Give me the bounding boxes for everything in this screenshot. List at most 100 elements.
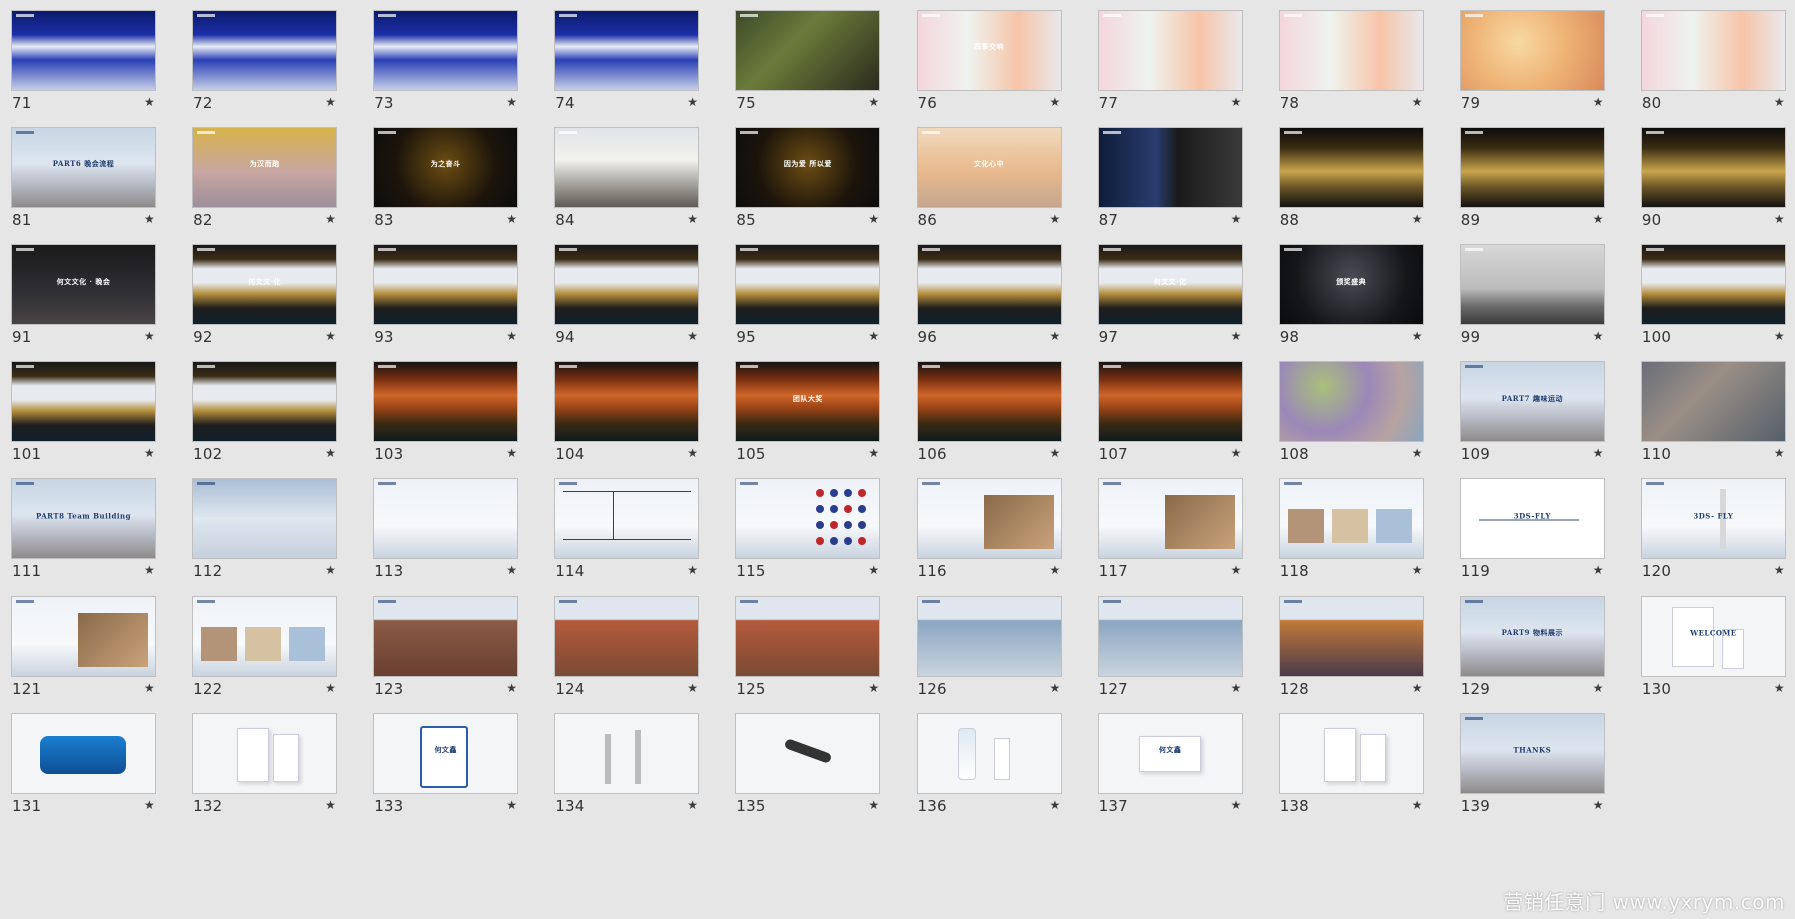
slide-thumbnail-132[interactable]: 132 ★ (181, 703, 361, 833)
slide-thumbnail-82[interactable]: 为汉而跑 82 ★ (181, 117, 361, 247)
star-icon[interactable]: ★ (144, 329, 155, 343)
slide-thumbnail-125[interactable]: 125 ★ (724, 586, 904, 716)
star-icon[interactable]: ★ (1231, 212, 1242, 226)
slide-thumbnail-85[interactable]: 因为爱 所以爱 85 ★ (724, 117, 904, 247)
star-icon[interactable]: ★ (506, 212, 517, 226)
star-icon[interactable]: ★ (1412, 563, 1423, 577)
slide-preview-image[interactable] (373, 361, 519, 443)
slide-preview-image[interactable] (735, 10, 881, 91)
star-icon[interactable]: ★ (144, 446, 155, 460)
star-icon[interactable]: ★ (1774, 681, 1785, 695)
slide-preview-image[interactable] (916, 244, 1062, 326)
slide-thumbnail-124[interactable]: 124 ★ (543, 586, 723, 716)
slide-thumbnail-109[interactable]: PART7 趣味运动 109 ★ (1449, 351, 1629, 481)
slide-preview-image[interactable] (11, 10, 156, 91)
star-icon[interactable]: ★ (1050, 446, 1061, 460)
slide-thumbnail-78[interactable]: 78 ★ (1268, 0, 1448, 130)
star-icon[interactable]: ★ (1774, 563, 1785, 577)
slide-preview-image[interactable] (1097, 10, 1243, 91)
slide-thumbnail-135[interactable]: 135 ★ (724, 703, 904, 833)
slide-preview-image[interactable] (1278, 127, 1424, 209)
slide-preview-image[interactable]: 为汉而跑 (192, 127, 338, 209)
slide-preview-image[interactable]: 何文鑫 (1097, 712, 1243, 794)
star-icon[interactable]: ★ (325, 212, 336, 226)
slide-preview-image[interactable]: 因为爱 所以爱 (735, 127, 881, 209)
star-icon[interactable]: ★ (1412, 798, 1423, 812)
star-icon[interactable]: ★ (1050, 212, 1061, 226)
slide-thumbnail-114[interactable]: 114 ★ (543, 468, 723, 598)
slide-thumbnail-84[interactable]: 84 ★ (543, 117, 723, 247)
slide-preview-image[interactable]: 3DS- FLY (1640, 478, 1786, 560)
star-icon[interactable]: ★ (868, 446, 879, 460)
slide-thumbnail-72[interactable]: 72 ★ (181, 0, 361, 130)
slide-thumbnail-126[interactable]: 126 ★ (906, 586, 1086, 716)
slide-preview-image[interactable] (192, 595, 338, 677)
slide-preview-image[interactable]: 文化心中 (916, 127, 1062, 209)
star-icon[interactable]: ★ (868, 95, 879, 109)
star-icon[interactable]: ★ (1774, 95, 1785, 109)
star-icon[interactable]: ★ (506, 95, 517, 109)
slide-thumbnail-87[interactable]: 87 ★ (1087, 117, 1267, 247)
star-icon[interactable]: ★ (868, 329, 879, 343)
star-icon[interactable]: ★ (1593, 798, 1604, 812)
star-icon[interactable]: ★ (687, 329, 698, 343)
slide-preview-image[interactable]: 四季交响 (916, 10, 1062, 91)
slide-preview-image[interactable]: 何文文·化 (1097, 244, 1243, 326)
slide-thumbnail-83[interactable]: 为之奋斗 83 ★ (362, 117, 542, 247)
slide-preview-image[interactable] (373, 595, 519, 677)
slide-preview-image[interactable] (373, 244, 519, 326)
slide-preview-image[interactable] (1640, 127, 1786, 209)
star-icon[interactable]: ★ (1231, 446, 1242, 460)
slide-preview-image[interactable]: 何文文化 · 晚会 (11, 244, 156, 326)
slide-thumbnail-133[interactable]: 何文鑫 133 ★ (362, 703, 542, 833)
slide-thumbnail-121[interactable]: 121 ★ (0, 586, 180, 716)
star-icon[interactable]: ★ (687, 212, 698, 226)
star-icon[interactable]: ★ (1412, 329, 1423, 343)
star-icon[interactable]: ★ (1593, 446, 1604, 460)
slide-preview-image[interactable]: 为之奋斗 (373, 127, 519, 209)
star-icon[interactable]: ★ (506, 681, 517, 695)
slide-preview-image[interactable] (11, 595, 156, 677)
slide-thumbnail-106[interactable]: 106 ★ (906, 351, 1086, 481)
slide-thumbnail-111[interactable]: PART8 Team Building 111 ★ (0, 468, 180, 598)
slide-preview-image[interactable] (1278, 595, 1424, 677)
slide-preview-image[interactable]: 3DS-FLY (1459, 478, 1605, 560)
slide-thumbnail-88[interactable]: 88 ★ (1268, 117, 1448, 247)
slide-preview-image[interactable]: PART7 趣味运动 (1459, 361, 1605, 443)
slide-preview-image[interactable] (1278, 361, 1424, 443)
star-icon[interactable]: ★ (144, 563, 155, 577)
slide-thumbnail-115[interactable]: 115 ★ (724, 468, 904, 598)
star-icon[interactable]: ★ (687, 95, 698, 109)
slide-preview-image[interactable] (1278, 712, 1424, 794)
star-icon[interactable]: ★ (325, 798, 336, 812)
slide-thumbnail-131[interactable]: 131 ★ (0, 703, 180, 833)
star-icon[interactable]: ★ (687, 446, 698, 460)
slide-thumbnail-103[interactable]: 103 ★ (362, 351, 542, 481)
slide-thumbnail-139[interactable]: THANKS 139 ★ (1449, 703, 1629, 833)
slide-thumbnail-90[interactable]: 90 ★ (1630, 117, 1795, 247)
slide-preview-image[interactable] (554, 10, 700, 91)
slide-preview-image[interactable]: 颁奖盛典 (1278, 244, 1424, 326)
slide-preview-image[interactable] (1459, 244, 1605, 326)
slide-preview-image[interactable] (554, 712, 700, 794)
slide-preview-image[interactable]: PART8 Team Building (11, 478, 156, 560)
slide-thumbnail-113[interactable]: 113 ★ (362, 468, 542, 598)
slide-thumbnail-80[interactable]: 80 ★ (1630, 0, 1795, 130)
star-icon[interactable]: ★ (1593, 95, 1604, 109)
star-icon[interactable]: ★ (506, 446, 517, 460)
star-icon[interactable]: ★ (1050, 329, 1061, 343)
slide-thumbnail-107[interactable]: 107 ★ (1087, 351, 1267, 481)
slide-preview-image[interactable] (554, 595, 700, 677)
star-icon[interactable]: ★ (687, 563, 698, 577)
slide-thumbnail-128[interactable]: 128 ★ (1268, 586, 1448, 716)
slide-thumbnail-100[interactable]: 100 ★ (1630, 234, 1795, 364)
star-icon[interactable]: ★ (687, 681, 698, 695)
star-icon[interactable]: ★ (1774, 446, 1785, 460)
slide-preview-image[interactable] (735, 595, 881, 677)
star-icon[interactable]: ★ (868, 563, 879, 577)
slide-thumbnail-98[interactable]: 颁奖盛典 98 ★ (1268, 234, 1448, 364)
slide-thumbnail-137[interactable]: 何文鑫 137 ★ (1087, 703, 1267, 833)
slide-preview-image[interactable] (916, 361, 1062, 443)
slide-thumbnail-127[interactable]: 127 ★ (1087, 586, 1267, 716)
slide-preview-image[interactable] (735, 478, 881, 560)
